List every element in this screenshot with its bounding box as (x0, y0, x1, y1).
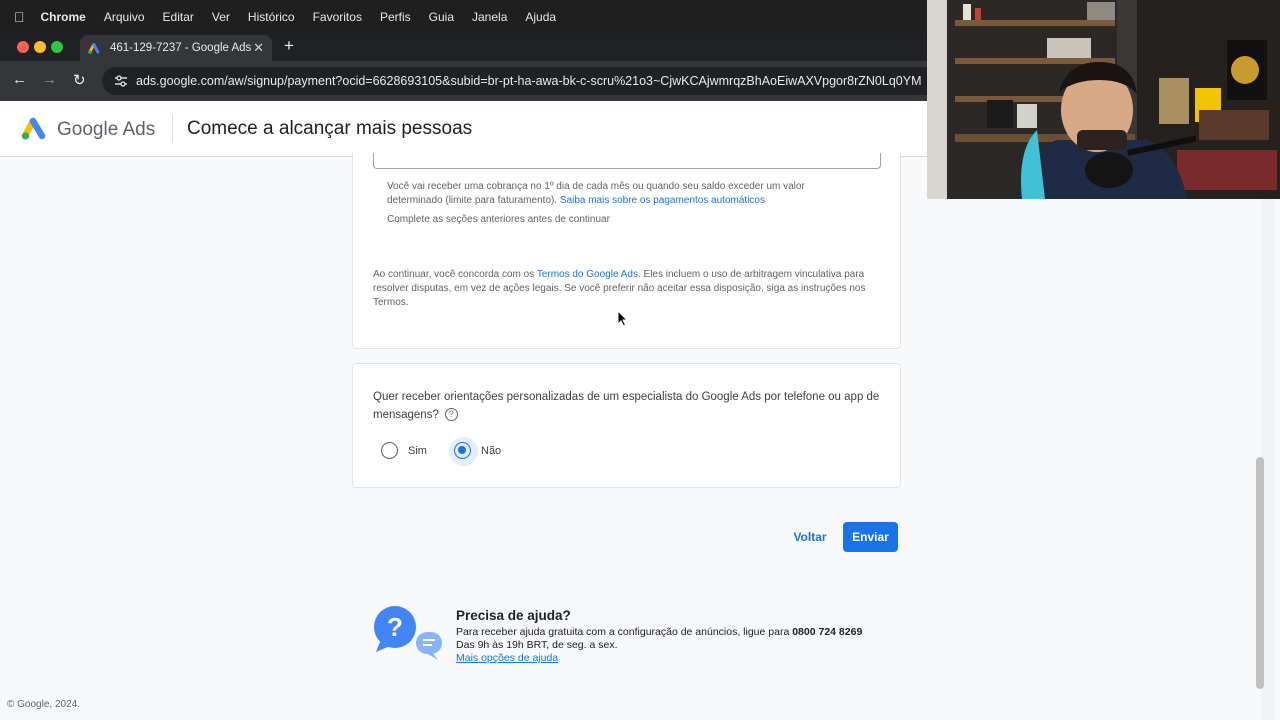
webcam-overlay (927, 0, 1280, 199)
zoom-window-button[interactable] (51, 41, 63, 53)
help-hours: Das 9h às 19h BRT, de seg. a sex. (456, 639, 618, 651)
radio-nao-label: Não (481, 444, 502, 457)
terms-prefix: Ao continuar, você concorda com os (373, 269, 535, 280)
apple-icon[interactable]:  (14, 9, 25, 25)
menu-arquivo[interactable]: Arquivo (104, 10, 145, 24)
svg-text:?: ? (387, 612, 403, 642)
menu-editar[interactable]: Editar (163, 10, 194, 24)
radio-sim-label: Sim (408, 444, 427, 457)
url-text: ads.google.com/aw/signup/payment?ocid=66… (136, 74, 922, 88)
help-section: ? Precisa de ajuda? Para receber ajuda g… (372, 606, 912, 676)
help-line-1-text: Para receber ajuda gratuita com a config… (456, 626, 790, 638)
back-arrow-icon[interactable]: ← (12, 71, 27, 88)
consultation-card: Quer receber orientações personalizadas … (352, 363, 901, 488)
help-phone: 0800 724 8269 (792, 626, 863, 638)
terms-text: Ao continuar, você concorda com os Termo… (373, 268, 873, 310)
minimize-window-button[interactable] (34, 41, 46, 53)
radio-sim-circle[interactable] (381, 442, 398, 459)
help-line-1: Para receber ajuda gratuita com a config… (456, 626, 862, 638)
main-content: Você vai receber uma cobrança no 1º dia … (0, 153, 1280, 720)
help-icon[interactable]: ? (444, 408, 458, 422)
site-settings-icon[interactable] (114, 74, 128, 88)
page-title: Comece a alcançar mais pessoas (187, 118, 473, 139)
menu-janela[interactable]: Janela (472, 10, 507, 24)
new-tab-button[interactable]: + (284, 36, 294, 56)
payment-field[interactable] (373, 153, 881, 169)
forward-arrow-icon[interactable]: → (42, 71, 57, 88)
copyright: © Google, 2024. (7, 699, 80, 710)
consultation-question: Quer receber orientações personalizadas … (373, 388, 883, 424)
help-chat-icon: ? (374, 606, 442, 660)
complete-sections-note: Complete as seções anteriores antes de c… (387, 214, 610, 225)
submit-button[interactable]: Enviar (843, 522, 898, 552)
google-ads-logo-icon (21, 117, 46, 140)
webcam-person-image (927, 0, 1280, 199)
menu-chrome[interactable]: Chrome (41, 10, 86, 24)
menu-perfis[interactable]: Perfis (380, 10, 411, 24)
menu-guia[interactable]: Guia (429, 10, 454, 24)
menu-ajuda[interactable]: Ajuda (525, 10, 556, 24)
auto-payments-link[interactable]: Saiba mais sobre os pagamentos automátic… (560, 195, 765, 206)
google-ads-favicon-icon (88, 43, 100, 54)
mouse-cursor-icon (617, 310, 628, 327)
header-divider (172, 115, 173, 143)
terms-link[interactable]: Termos do Google Ads (537, 269, 638, 280)
scrollbar-thumb[interactable] (1256, 457, 1264, 689)
browser-tab[interactable]: 461-129-7237 - Google Ads ✕ (80, 35, 272, 61)
reload-icon[interactable]: ↻ (73, 71, 86, 89)
menu-ver[interactable]: Ver (212, 10, 230, 24)
radio-nao-circle[interactable] (449, 437, 478, 466)
brand-name: Google Ads (57, 119, 156, 140)
back-button[interactable]: Voltar (786, 522, 834, 552)
radio-nao[interactable]: Não (449, 437, 502, 466)
close-tab-icon[interactable]: ✕ (253, 40, 264, 56)
radio-sim[interactable]: Sim (381, 442, 427, 459)
billing-info: Você vai receber uma cobrança no 1º dia … (387, 180, 837, 208)
help-title: Precisa de ajuda? (456, 608, 571, 623)
menu-favoritos[interactable]: Favoritos (313, 10, 362, 24)
close-window-button[interactable] (17, 41, 29, 53)
more-help-link[interactable]: Mais opções de ajuda (456, 652, 558, 664)
menu-historico[interactable]: Histórico (248, 10, 295, 24)
tab-title: 461-129-7237 - Google Ads (110, 42, 252, 54)
